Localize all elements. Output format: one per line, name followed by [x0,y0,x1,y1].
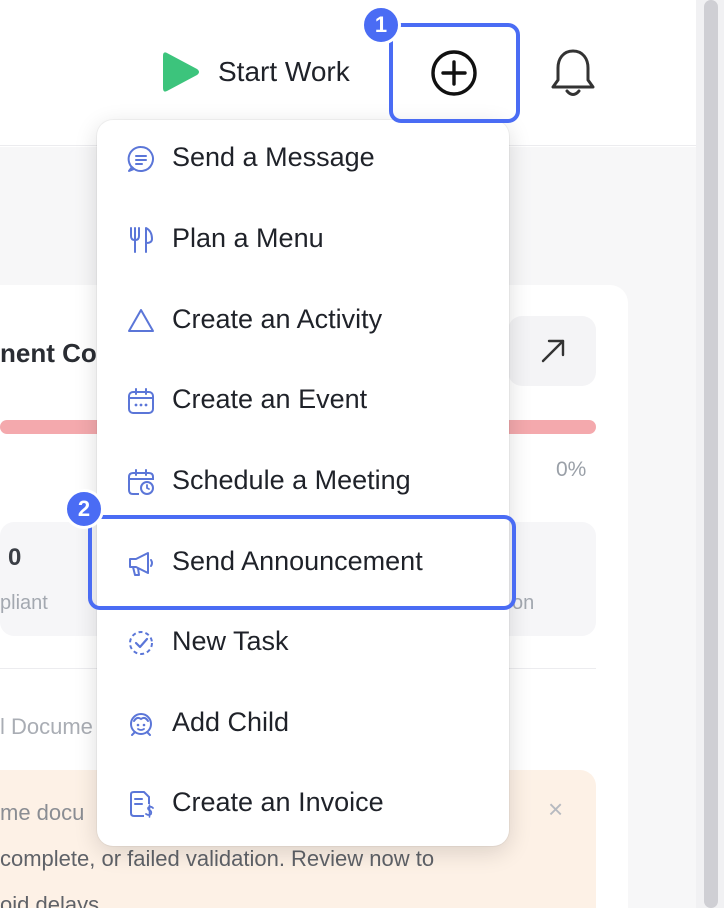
megaphone-icon [124,546,158,580]
card-title: nent Co [0,338,97,368]
start-work-label: Start Work [218,56,350,87]
menu-item-send-announcement[interactable]: Send Announcement [97,524,509,604]
utensils-icon [124,223,158,257]
arrow-up-right-icon [541,339,565,363]
menu-item-plan-menu[interactable]: Plan a Menu [97,201,509,281]
menu-item-label: Create an Event [172,384,368,414]
add-new-button[interactable] [421,44,487,102]
menu-item-create-invoice[interactable]: Create an Invoice [97,765,509,845]
bell-icon [551,49,595,96]
alert-text-line-1: me docu [0,800,85,825]
calendar-clock-icon [124,465,158,499]
stat-label-right: on [512,592,535,614]
menu-item-label: Add Child [172,707,290,737]
progress-percent: 0% [556,458,587,481]
menu-item-label: New Task [172,626,289,656]
menu-item-label: Send Announcement [172,546,423,576]
triangle-icon [124,304,158,338]
task-check-icon [124,626,158,660]
step-badge-2: 2 [64,489,104,529]
menu-item-schedule-meeting[interactable]: Schedule a Meeting [97,443,509,523]
child-icon [124,707,158,741]
step-badge-1: 1 [361,5,401,45]
start-work-button[interactable]: Start Work [160,48,350,96]
plus-circle-icon [431,50,477,96]
alert-close-icon[interactable]: × [548,794,563,825]
menu-item-label: Send a Message [172,142,375,172]
menu-item-label: Plan a Menu [172,223,324,253]
menu-item-create-event[interactable]: Create an Event [97,362,509,442]
play-icon [163,52,199,92]
invoice-icon [124,787,158,821]
menu-item-label: Schedule a Meeting [172,465,411,495]
menu-item-create-activity[interactable]: Create an Activity [97,282,509,362]
alert-text-line-2: complete, or failed validation. Review n… [0,846,435,871]
scrollbar-thumb[interactable] [704,0,718,908]
menu-item-label: Create an Activity [172,304,383,334]
stat-value: 0 [8,544,22,571]
calendar-icon [124,384,158,418]
menu-item-add-child[interactable]: Add Child [97,685,509,765]
message-icon [124,142,158,176]
menu-item-label: Create an Invoice [172,787,384,817]
alert-text-line-3: oid delays [0,892,100,908]
notifications-button[interactable] [542,44,604,102]
menu-item-send-message[interactable]: Send a Message [97,120,509,200]
quick-add-menu: Send a Message Plan a Menu Create an Act… [97,120,509,846]
menu-item-new-task[interactable]: New Task [97,604,509,684]
documents-section-label: l Docume [0,714,93,739]
stat-label: pliant [0,592,48,614]
expand-card-button[interactable] [508,316,596,386]
